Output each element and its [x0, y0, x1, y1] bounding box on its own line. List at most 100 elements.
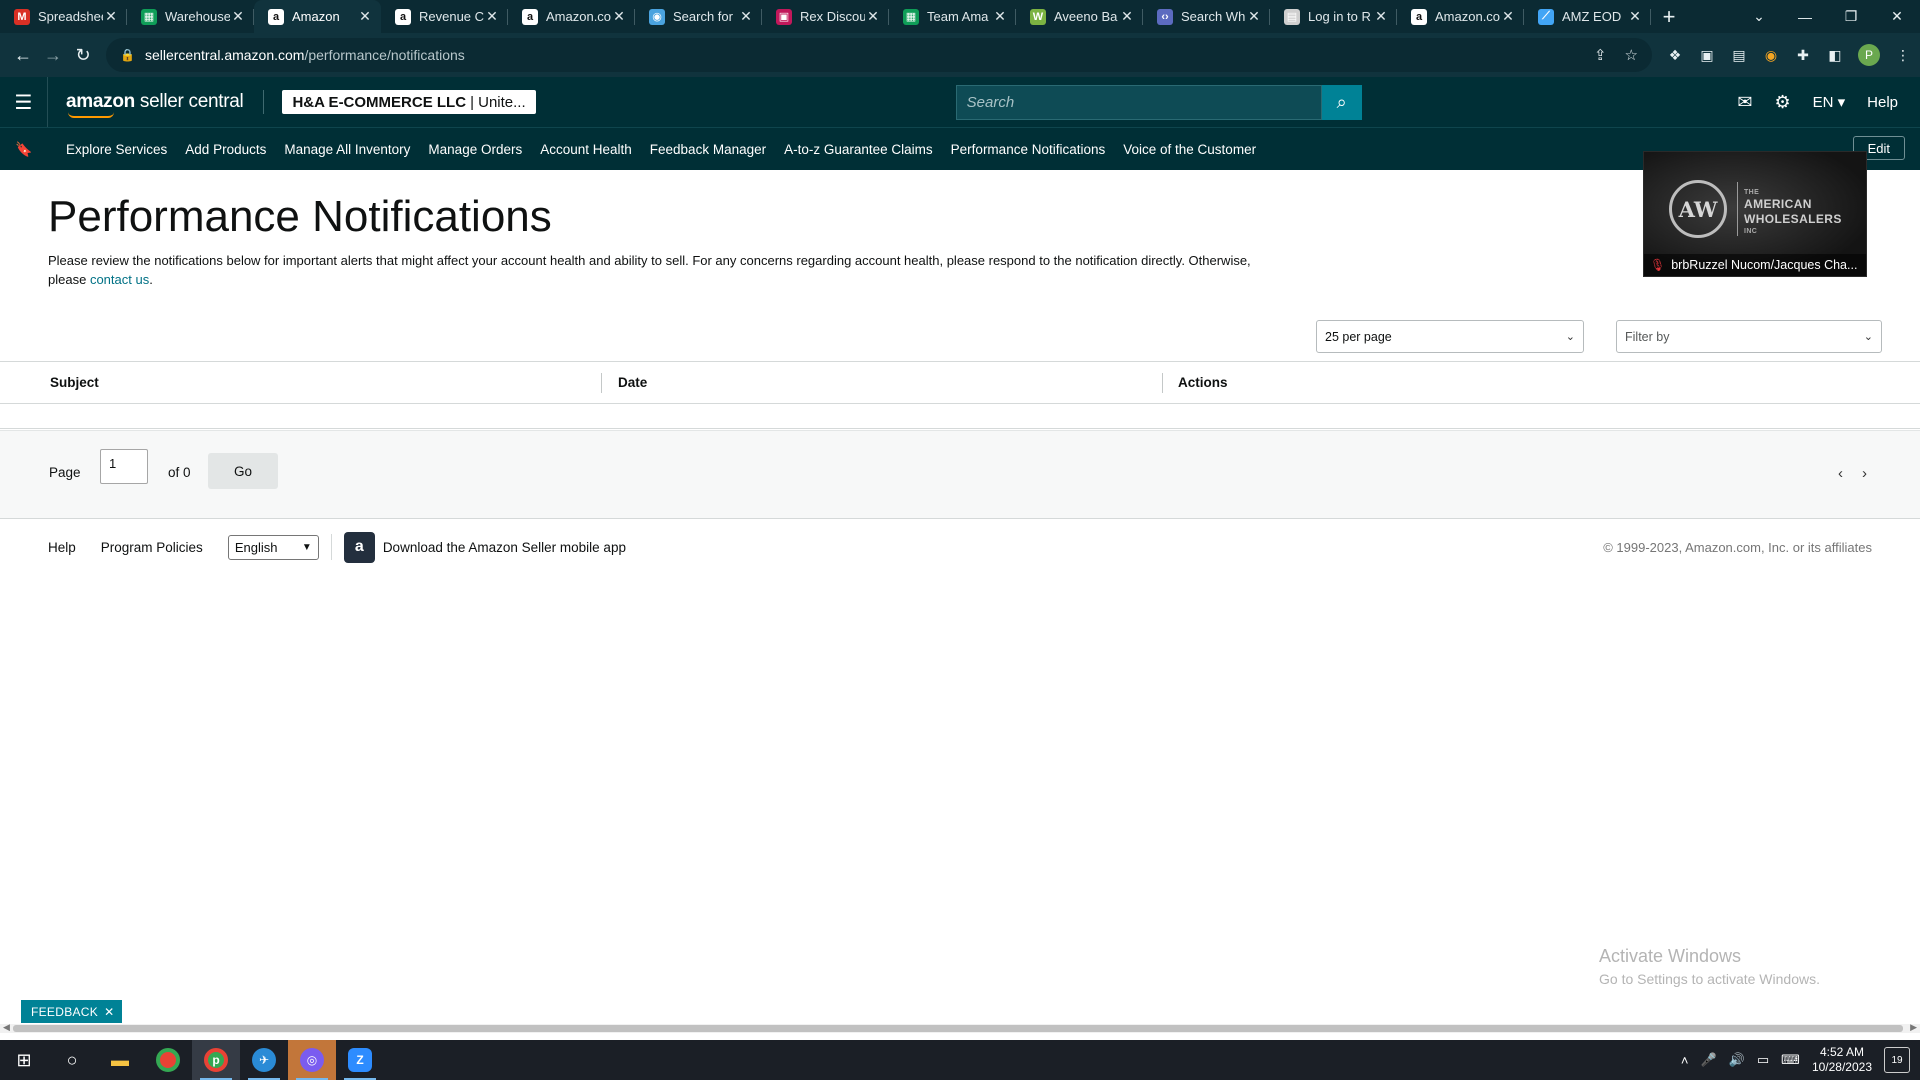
language-selector[interactable]: EN ▾	[1813, 93, 1846, 111]
contact-us-link[interactable]: contact us	[90, 272, 149, 287]
account-switcher[interactable]: H&A E-COMMERCE LLC | Unite...	[282, 90, 536, 114]
nav-link-feedback-manager[interactable]: Feedback Manager	[650, 142, 766, 157]
search-circle-icon[interactable]: ○	[48, 1040, 96, 1080]
share-icon[interactable]: ⇪	[1594, 46, 1607, 64]
footer-help-link[interactable]: Help	[48, 540, 76, 555]
help-link[interactable]: Help	[1867, 94, 1898, 111]
close-tab-icon[interactable]: ✕	[1373, 8, 1389, 25]
feedback-button[interactable]: FEEDBACK ✕	[21, 1000, 123, 1023]
address-bar[interactable]: 🔒 sellercentral.amazon.com/performance/n…	[106, 38, 1652, 72]
nav-link-manage-all-inventory[interactable]: Manage All Inventory	[284, 142, 410, 157]
forward-arrow-icon[interactable]: →	[38, 40, 68, 70]
browser-tab[interactable]: ▦ Warehouse ✕	[127, 0, 254, 33]
close-tab-icon[interactable]: ✕	[1627, 8, 1643, 25]
nav-link-account-health[interactable]: Account Health	[540, 142, 632, 157]
bookmark-icon[interactable]: 🔖	[0, 141, 48, 158]
lock-icon[interactable]: 🔒	[120, 48, 135, 62]
close-tab-icon[interactable]: ✕	[1246, 8, 1262, 25]
browser-tab[interactable]: W Aveeno Ba ✕	[1016, 0, 1143, 33]
show-hidden-icons-icon[interactable]: ˄	[1681, 1053, 1689, 1068]
browser-tab[interactable]: M Spreadsheet✕	[0, 0, 127, 33]
windows-start-icon[interactable]: ⊞	[0, 1040, 48, 1080]
column-header-date[interactable]: Date	[618, 375, 647, 390]
zoom-icon[interactable]: Z	[336, 1040, 384, 1080]
extension-off-icon[interactable]: ▣	[1698, 46, 1716, 64]
browser-tab[interactable]: a Amazon ✕	[254, 0, 381, 33]
close-tab-icon[interactable]: ✕	[1119, 8, 1135, 25]
system-clock[interactable]: 4:52 AM 10/28/2023	[1812, 1045, 1872, 1075]
microphone-icon[interactable]: 🎤	[1701, 1052, 1717, 1068]
extension-circle-icon[interactable]: ◉	[1762, 46, 1780, 64]
tab-search-icon[interactable]: ⌄	[1736, 0, 1782, 33]
nav-link-add-products[interactable]: Add Products	[185, 142, 266, 157]
seller-central-logo[interactable]: amazon seller central	[66, 91, 244, 118]
previous-page-icon[interactable]: ‹	[1838, 465, 1843, 482]
page-number-input[interactable]: 1	[100, 449, 148, 484]
close-tab-icon[interactable]: ✕	[738, 8, 754, 25]
program-policies-link[interactable]: Program Policies	[101, 540, 203, 555]
keyboard-icon[interactable]: ⌨	[1781, 1052, 1800, 1068]
messages-envelope-icon[interactable]: ✉	[1737, 92, 1752, 113]
browser-tab[interactable]: a Amazon.co ✕	[508, 0, 635, 33]
browser-tab[interactable]: ▦ Team Ama ✕	[889, 0, 1016, 33]
reload-icon[interactable]: ↻	[68, 40, 98, 70]
extensions-puzzle-icon[interactable]: ✚	[1794, 46, 1812, 64]
download-app-link[interactable]: Download the Amazon Seller mobile app	[383, 540, 626, 555]
profile-avatar[interactable]: P	[1858, 44, 1880, 66]
browser-tab[interactable]: ‹› Search Wh ✕	[1143, 0, 1270, 33]
nav-link-voice-of-the-customer[interactable]: Voice of the Customer	[1123, 142, 1256, 157]
close-tab-icon[interactable]: ✕	[611, 8, 627, 25]
extension-diamond-icon[interactable]: ❖	[1666, 46, 1684, 64]
browser-tab[interactable]: a Amazon.co ✕	[1397, 0, 1524, 33]
browser-tab[interactable]: ▣ Rex Discou ✕	[762, 0, 889, 33]
footer-language-select[interactable]: English ▼	[227, 534, 319, 560]
close-tab-icon[interactable]: ✕	[992, 8, 1008, 25]
chrome-profile-icon[interactable]: p	[192, 1040, 240, 1080]
close-tab-icon[interactable]: ✕	[230, 8, 246, 25]
file-explorer-icon[interactable]: ▬	[96, 1040, 144, 1080]
bookmark-star-icon[interactable]: ☆	[1625, 46, 1638, 64]
settings-gear-icon[interactable]: ⚙	[1774, 92, 1790, 113]
search-icon[interactable]: ⌕	[1321, 84, 1362, 120]
close-tab-icon[interactable]: ✕	[1500, 8, 1516, 25]
browser-tab[interactable]: a Revenue Ca✕	[381, 0, 508, 33]
extension-chart-icon[interactable]: ▤	[1730, 46, 1748, 64]
close-tab-icon[interactable]: ✕	[357, 8, 373, 25]
amazon-app-icon[interactable]: a	[343, 531, 375, 563]
maximize-button[interactable]: ❐	[1828, 0, 1874, 33]
close-icon[interactable]: ✕	[104, 1005, 114, 1019]
go-button[interactable]: Go	[208, 453, 278, 489]
close-tab-icon[interactable]: ✕	[865, 8, 881, 25]
scroll-right-icon[interactable]: ▶	[1910, 1022, 1917, 1033]
nav-link-performance-notifications[interactable]: Performance Notifications	[951, 142, 1106, 157]
browser-tab[interactable]: ▤ Log in to R ✕	[1270, 0, 1397, 33]
volume-icon[interactable]: 🔊	[1729, 1052, 1745, 1068]
video-call-tile[interactable]: AW THE AMERICAN WHOLESALERS INC 🎙 brbRuz…	[1643, 151, 1867, 277]
new-tab-button[interactable]: +	[1651, 0, 1687, 33]
search-input[interactable]: Search	[955, 84, 1322, 120]
messenger-app-icon[interactable]: ✈	[240, 1040, 288, 1080]
more-menu-icon[interactable]: ⋮	[1894, 46, 1912, 64]
next-page-icon[interactable]: ›	[1862, 465, 1867, 482]
scroll-left-icon[interactable]: ◀	[3, 1022, 10, 1033]
close-window-button[interactable]: ✕	[1874, 0, 1920, 33]
filter-by-select[interactable]: Filter by ⌄	[1616, 320, 1882, 353]
notification-center-icon[interactable]: 19	[1884, 1047, 1910, 1073]
nav-link-explore-services[interactable]: Explore Services	[66, 142, 167, 157]
scrollbar-thumb[interactable]	[13, 1025, 1903, 1032]
horizontal-scrollbar[interactable]: ◀ ▶	[0, 1022, 1920, 1033]
close-tab-icon[interactable]: ✕	[484, 8, 500, 25]
per-page-select[interactable]: 25 per page ⌄	[1316, 320, 1584, 353]
nav-link-a-to-z-guarantee-claims[interactable]: A-to-z Guarantee Claims	[784, 142, 933, 157]
chrome-icon[interactable]	[144, 1040, 192, 1080]
minimize-button[interactable]: —	[1782, 0, 1828, 33]
browser-tab[interactable]: ⟋ AMZ EOD ✕	[1524, 0, 1651, 33]
side-panel-icon[interactable]: ◧	[1826, 46, 1844, 64]
network-icon[interactable]: ▭	[1757, 1052, 1769, 1068]
back-arrow-icon[interactable]: ←	[8, 40, 38, 70]
browser-tab[interactable]: ◉ Search for ✕	[635, 0, 762, 33]
column-header-subject[interactable]: Subject	[50, 375, 99, 390]
game-controller-icon[interactable]: ◎	[288, 1040, 336, 1080]
close-tab-icon[interactable]: ✕	[103, 8, 119, 25]
nav-link-manage-orders[interactable]: Manage Orders	[428, 142, 522, 157]
